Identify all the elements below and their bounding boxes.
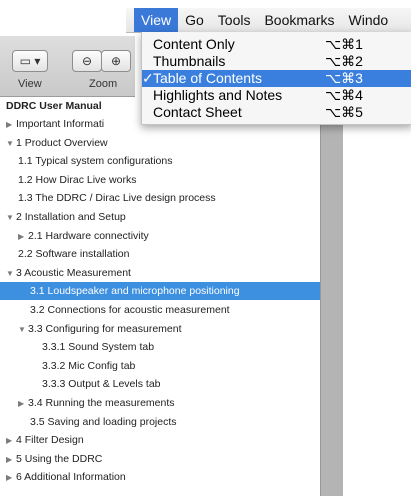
disclosure-expanded-icon[interactable]: ▼ xyxy=(6,135,16,153)
toc-item[interactable]: 3.3.1 Sound System tab xyxy=(0,338,320,356)
toc-item[interactable]: 3.1 Loudspeaker and microphone positioni… xyxy=(0,282,320,301)
menu-tools[interactable]: Tools xyxy=(211,8,258,32)
zoom-in-icon: ⊕ xyxy=(110,54,122,68)
disclosure-expanded-icon[interactable]: ▼ xyxy=(6,265,16,283)
menu-bookmarks[interactable]: Bookmarks xyxy=(257,8,341,32)
view-menu-item-label: Highlights and Notes xyxy=(153,87,283,103)
toc-item-label: 4 Filter Design xyxy=(16,434,84,447)
disclosure-collapsed-icon[interactable]: ▶ xyxy=(6,432,16,450)
toc-item-label: Important Informati xyxy=(16,118,105,130)
toc-item-label: 3 Acoustic Measurement xyxy=(16,266,131,279)
toc-item-label: 6 Additional Information xyxy=(16,471,126,484)
view-menu-item-shortcut: ⌥⌘4 xyxy=(325,87,363,103)
view-menu-item[interactable]: Content Only ⌥⌘1 xyxy=(142,36,411,53)
toc-item-label: 3.1 Loudspeaker and microphone positioni… xyxy=(30,285,240,298)
toc-item[interactable]: 1.1 Typical system configurations xyxy=(0,152,320,170)
toc-item-label: 2 Installation and Setup xyxy=(16,211,126,223)
toc-item[interactable]: 3.2 Connections for acoustic measurement xyxy=(0,301,320,319)
view-menu-item[interactable]: Highlights and Notes ⌥⌘4 xyxy=(142,87,411,104)
view-menu-item-shortcut: ⌥⌘1 xyxy=(325,36,363,52)
toc-item-label: 3.5 Saving and loading projects xyxy=(30,415,177,428)
disclosure-collapsed-icon[interactable]: ▶ xyxy=(6,116,16,134)
toc-item[interactable]: ▼ 1 Product Overview xyxy=(0,134,320,152)
toc-item[interactable]: ▶ 4 Filter Design xyxy=(0,431,320,449)
menu-bar: View Go Tools Bookmarks Windo xyxy=(126,8,411,33)
view-menu-item-shortcut: ⌥⌘3 xyxy=(325,70,363,86)
view-menu-item[interactable]: Contact Sheet ⌥⌘5 xyxy=(142,104,411,121)
toc-item[interactable]: 1.3 The DDRC / Dirac Live design process xyxy=(0,189,320,207)
view-menu-item[interactable]: Thumbnails ⌥⌘2 xyxy=(142,53,411,70)
toc-sidebar: DDRC User Manual ▶ Important Informati ▼ 1 … xyxy=(0,97,320,496)
toc-item-label: 3.3 Configuring for measurement xyxy=(28,322,182,335)
view-menu-item-shortcut: ⌥⌘5 xyxy=(325,104,363,120)
toc-item[interactable]: ▼ 3 Acoustic Measurement xyxy=(0,264,320,282)
zoom-label: Zoom xyxy=(89,78,118,90)
toc-item[interactable]: ▶ 6 Additional Information xyxy=(0,468,320,486)
toc-item-label: 2.2 Software installation xyxy=(18,248,130,261)
toc-item[interactable]: ▼ 3.3 Configuring for measurement xyxy=(0,320,320,338)
toc-item[interactable]: 1.2 How Dirac Live works xyxy=(0,171,320,189)
toc-item-label: 1.1 Typical system configurations xyxy=(18,155,173,168)
toc-item-label: 1.2 How Dirac Live works xyxy=(18,173,137,186)
toc-item-label: 3.3.3 Output & Levels tab xyxy=(42,378,161,391)
view-menu-dropdown: Content Only ⌥⌘1 Thumbnails ⌥⌘2 ✓ Table of Co… xyxy=(141,32,411,125)
toolbar: ▭ ▾ ⊖ ⊕ View Zoom xyxy=(0,36,135,97)
toc-item-label: 2.1 Hardware connectivity xyxy=(28,229,149,242)
view-menu-item-label: Contact Sheet xyxy=(153,104,242,120)
disclosure-collapsed-icon[interactable]: ▶ xyxy=(18,228,28,246)
disclosure-collapsed-icon[interactable]: ▶ xyxy=(6,451,16,469)
view-button[interactable]: ▭ ▾ xyxy=(12,50,48,72)
menu-window[interactable]: Windo xyxy=(342,8,396,32)
sidebar-scrollbar[interactable] xyxy=(320,97,343,496)
sidebar-toggle-icon: ▭ ▾ xyxy=(19,54,41,68)
toc-item[interactable]: ▼ 2 Installation and Setup xyxy=(0,208,320,226)
toc-item-label: 3.3.1 Sound System tab xyxy=(42,341,155,354)
toc-title: DDRC User Manual xyxy=(6,100,102,112)
toc-item[interactable]: ▶ 5 Using the DDRC xyxy=(0,450,320,468)
toc-item-label: 1.3 The DDRC / Dirac Live design process xyxy=(18,192,216,205)
toc-item[interactable]: 3.3.2 Mic Config tab xyxy=(0,357,320,375)
toc-item[interactable]: ▶ 3.4 Running the measurements xyxy=(0,394,320,412)
view-menu-item-label: Content Only xyxy=(153,36,235,52)
menu-go[interactable]: Go xyxy=(178,8,211,32)
view-label: View xyxy=(18,78,42,90)
zoom-out-button[interactable]: ⊖ xyxy=(72,50,102,72)
disclosure-expanded-icon[interactable]: ▼ xyxy=(18,321,28,339)
toc-item[interactable]: ▶ 2.1 Hardware connectivity xyxy=(0,227,320,245)
toc-item-label: 5 Using the DDRC xyxy=(16,452,103,465)
disclosure-expanded-icon[interactable]: ▼ xyxy=(6,209,16,227)
view-menu-item[interactable]: ✓ Table of Contents ⌥⌘3 xyxy=(142,70,411,87)
toc-item-label: 3.2 Connections for acoustic measurement xyxy=(30,304,230,316)
menu-view[interactable]: View xyxy=(134,8,179,32)
toc-item-label: 1 Product Overview xyxy=(16,136,108,149)
zoom-out-icon: ⊖ xyxy=(81,54,93,68)
disclosure-collapsed-icon[interactable]: ▶ xyxy=(6,469,16,487)
view-menu-item-label: Thumbnails xyxy=(153,53,226,69)
toc-item[interactable]: 3.5 Saving and loading projects xyxy=(0,413,320,431)
view-menu-item-shortcut: ⌥⌘2 xyxy=(325,53,363,69)
disclosure-collapsed-icon[interactable]: ▶ xyxy=(18,395,28,413)
toc-item-label: 3.4 Running the measurements xyxy=(28,397,175,409)
zoom-in-button[interactable]: ⊕ xyxy=(101,50,131,72)
toc-item-label: 3.3.2 Mic Config tab xyxy=(42,359,136,372)
toc-item[interactable]: 2.2 Software installation xyxy=(0,245,320,263)
toc-item[interactable]: 3.3.3 Output & Levels tab xyxy=(0,375,320,393)
checkmark-icon: ✓ xyxy=(142,70,154,86)
view-menu-item-label: Table of Contents xyxy=(153,70,262,86)
